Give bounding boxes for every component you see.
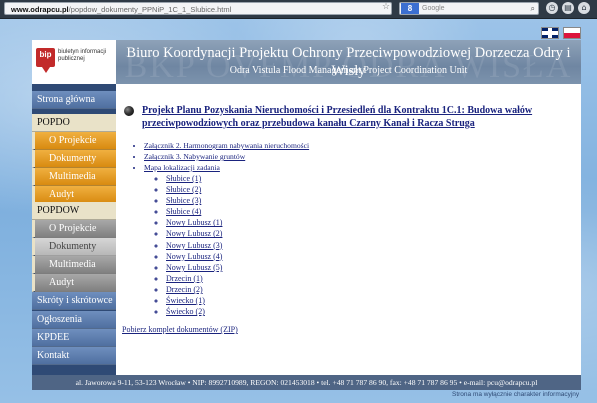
map-link-9[interactable]: Drzecin (1): [166, 274, 203, 283]
map-link-0[interactable]: Słubice (1): [166, 174, 201, 183]
map-link-7[interactable]: Nowy Lubusz (4): [166, 252, 222, 261]
map-link-12[interactable]: Świecko (2): [166, 307, 205, 316]
url-path: /popdow_dokumenty_PPNiP_1C_1_Slubice.htm…: [68, 5, 232, 14]
list-item: Drzecin (1): [166, 273, 309, 284]
sidebar-item-8[interactable]: Dokumenty: [32, 238, 116, 256]
search-box[interactable]: 8 Google ⌕: [399, 2, 539, 15]
sidebar-item-13[interactable]: KPDEE: [32, 329, 116, 347]
sidebar-item-9[interactable]: Multimedia: [32, 256, 116, 274]
search-icon[interactable]: ⌕: [531, 3, 535, 15]
address-bar[interactable]: www.odrapcu.pl/popdow_dokumenty_PPNiP_1C…: [4, 2, 392, 15]
list-item: Świecko (1): [166, 295, 309, 306]
polish-flag-icon[interactable]: [563, 27, 581, 39]
list-item: Załącznik 3. Nabywanie gruntów: [144, 151, 309, 162]
bip-logo[interactable]: bip biuletyn informacji publicznej: [32, 40, 116, 84]
sidebar-item-4[interactable]: Multimedia: [32, 168, 116, 186]
list-item: Drzecin (2): [166, 284, 309, 295]
site-subtitle: Odra Vistula Flood Management Project Co…: [229, 65, 468, 76]
bookmark-star-icon[interactable]: ☆: [382, 0, 390, 13]
map-link-8[interactable]: Nowy Lubusz (5): [166, 263, 222, 272]
search-engine-badge[interactable]: 8: [401, 3, 419, 14]
bip-logo-text: biuletyn informacji publicznej: [58, 49, 107, 62]
info-note: Strona ma wyłącznie charakter informacyj…: [452, 391, 580, 398]
list-item: Mapa lokalizacji zadania Słubice (1)Słub…: [144, 162, 309, 317]
main-content: Projekt Planu Pozyskania Nieruchomości i…: [116, 84, 581, 375]
map-link-4[interactable]: Nowy Lubusz (1): [166, 218, 222, 227]
project-title-link[interactable]: Projekt Planu Pozyskania Nieruchomości i…: [142, 105, 567, 130]
map-sublist: Słubice (1) Słubice (2) Słubice (3) Słubice…: [144, 173, 309, 317]
site-header: BKP OVFMP ODRA WISŁA Biuro Koordynacji P…: [116, 40, 581, 84]
list-item: Nowy Lubusz (4): [166, 251, 309, 262]
site-footer: al. Jaworowa 9-11, 53-123 Wrocław • NIP:…: [32, 375, 581, 390]
browser-toolbar: www.odrapcu.pl/popdow_dokumenty_PPNiP_1C…: [0, 0, 597, 19]
sidebar-item-3[interactable]: Dokumenty: [32, 150, 116, 168]
list-item: Słubice (4): [166, 206, 309, 217]
sidebar-item-6: POPDOW: [32, 202, 116, 220]
list-item: Załącznik 2. Harmonogram nabywania nieru…: [144, 140, 309, 151]
map-link-2[interactable]: Słubice (3): [166, 196, 201, 205]
list-item: Nowy Lubusz (3): [166, 240, 309, 251]
map-link-1[interactable]: Słubice (2): [166, 185, 201, 194]
sidebar-item-0[interactable]: Strona główna: [32, 91, 116, 109]
map-link-6[interactable]: Nowy Lubusz (3): [166, 241, 222, 250]
sidebar-item-10[interactable]: Audyt: [32, 274, 116, 292]
map-link-3[interactable]: Słubice (4): [166, 207, 201, 216]
attachment-2-link[interactable]: Załącznik 2. Harmonogram nabywania nieru…: [144, 141, 309, 150]
map-link-5[interactable]: Nowy Lubusz (2): [166, 229, 222, 238]
home-icon[interactable]: ⌂: [578, 2, 590, 14]
sidebar-item-1: POPDO: [32, 114, 116, 132]
download-zip-link[interactable]: Pobierz komplet dokumentów (ZIP): [122, 325, 238, 334]
list-item: Nowy Lubusz (5): [166, 262, 309, 273]
list-item: Świecko (2): [166, 306, 309, 317]
list-item: Słubice (1): [166, 173, 309, 184]
bullet-icon: [124, 106, 134, 116]
map-link-11[interactable]: Świecko (1): [166, 296, 205, 305]
sidebar: bip biuletyn informacji publicznej Stron…: [32, 40, 116, 375]
bip-logo-icon: bip: [36, 48, 55, 73]
document-list: Załącznik 2. Harmonogram nabywania nieru…: [122, 140, 309, 317]
bookmarks-icon[interactable]: ▤: [562, 2, 574, 14]
list-item: Nowy Lubusz (1): [166, 217, 309, 228]
english-flag-icon[interactable]: [541, 27, 559, 39]
sidebar-item-12[interactable]: Ogłoszenia: [32, 311, 116, 329]
list-item: Słubice (3): [166, 195, 309, 206]
search-placeholder: Google: [422, 5, 445, 12]
attachment-3-link[interactable]: Załącznik 3. Nabywanie gruntów: [144, 152, 245, 161]
sidebar-item-2[interactable]: O Projekcie: [32, 132, 116, 150]
sidebar-item-11[interactable]: Skróty i skrótowce: [32, 292, 116, 310]
list-item: Słubice (2): [166, 184, 309, 195]
sidebar-item-7[interactable]: O Projekcie: [32, 220, 116, 238]
list-item: Nowy Lubusz (2): [166, 228, 309, 239]
history-icon[interactable]: ◷: [546, 2, 558, 14]
url-host: www.odrapcu.pl: [11, 5, 69, 14]
location-map-link[interactable]: Mapa lokalizacji zadania: [144, 163, 220, 172]
site-frame: bip biuletyn informacji publicznej Stron…: [32, 40, 581, 390]
sidebar-item-14[interactable]: Kontakt: [32, 347, 116, 365]
map-link-10[interactable]: Drzecin (2): [166, 285, 203, 294]
